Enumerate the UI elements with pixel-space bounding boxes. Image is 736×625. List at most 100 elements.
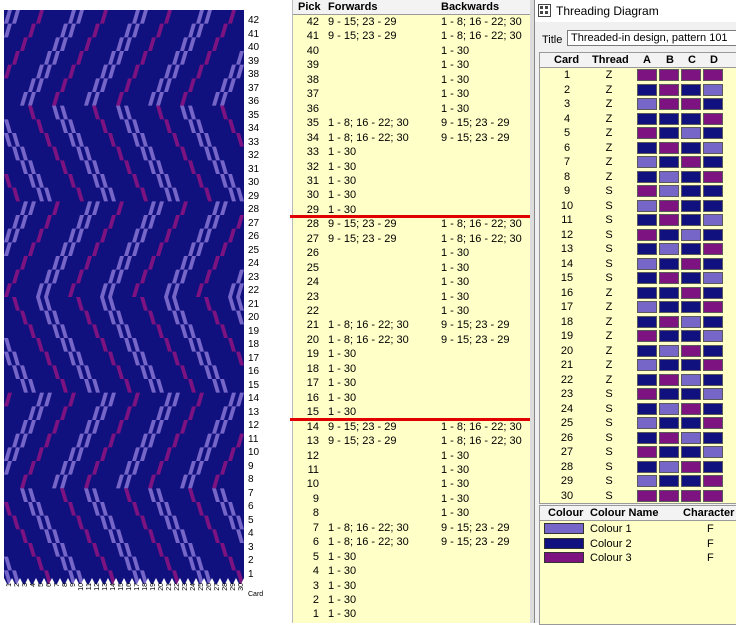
hole-colour-cell[interactable] bbox=[637, 156, 657, 168]
hole-colour-cell[interactable] bbox=[703, 127, 723, 139]
hole-colour-cell[interactable] bbox=[659, 127, 679, 139]
card-thread-direction[interactable]: Z bbox=[603, 69, 615, 81]
card-thread-direction[interactable]: S bbox=[603, 200, 615, 212]
pick-row[interactable]: 10 1 - 30 bbox=[293, 477, 533, 491]
card-thread-direction[interactable]: Z bbox=[603, 171, 615, 183]
pick-row[interactable]: 39 1 - 30 bbox=[293, 58, 533, 72]
pick-row[interactable]: 24 1 - 30 bbox=[293, 275, 533, 289]
hole-colour-cell[interactable] bbox=[703, 301, 723, 313]
hole-d-column-header[interactable]: D bbox=[710, 54, 718, 66]
card-row[interactable]: 20 Z bbox=[540, 344, 736, 359]
card-row[interactable]: 10 S bbox=[540, 199, 736, 214]
card-row[interactable]: 18 Z bbox=[540, 315, 736, 330]
hole-c-column-header[interactable]: C bbox=[688, 54, 696, 66]
hole-colour-cell[interactable] bbox=[681, 257, 701, 270]
card-thread-direction[interactable]: Z bbox=[603, 359, 615, 371]
card-row[interactable]: 9S bbox=[540, 184, 736, 199]
hole-colour-cell[interactable] bbox=[703, 98, 723, 110]
card-row[interactable]: 16 Z bbox=[540, 286, 736, 301]
hole-colour-cell[interactable] bbox=[637, 112, 657, 125]
hole-colour-cell[interactable] bbox=[637, 301, 657, 313]
window-titlebar[interactable]: Threading Diagram bbox=[535, 0, 736, 22]
card-row[interactable]: 26 S bbox=[540, 431, 736, 446]
hole-colour-cell[interactable] bbox=[659, 344, 679, 357]
pick-row[interactable]: 22 1 - 30 bbox=[293, 304, 533, 318]
card-thread-direction[interactable]: S bbox=[603, 185, 615, 197]
card-thread-direction[interactable]: S bbox=[603, 446, 615, 458]
title-input[interactable] bbox=[567, 30, 736, 46]
pick-row[interactable]: 11 1 - 30 bbox=[293, 463, 533, 477]
hole-colour-cell[interactable] bbox=[703, 257, 723, 270]
hole-colour-cell[interactable] bbox=[637, 460, 657, 473]
hole-colour-cell[interactable] bbox=[703, 460, 723, 473]
card-threading-grid[interactable]: Card Thread A B C D 1 Z 2 Z 3 Z 4 Z 5 Z 6 Z 7 Z 8 Z 9 S 10… bbox=[539, 52, 736, 504]
hole-colour-cell[interactable] bbox=[681, 170, 701, 183]
hole-colour-cell[interactable] bbox=[681, 98, 701, 110]
card-row[interactable]: 23 S bbox=[540, 387, 736, 402]
card-thread-direction[interactable]: S bbox=[603, 475, 615, 487]
hole-colour-cell[interactable] bbox=[703, 315, 723, 328]
hole-colour-cell[interactable] bbox=[681, 228, 701, 241]
hole-colour-cell[interactable] bbox=[637, 214, 657, 226]
card-row[interactable]: 13 S bbox=[540, 242, 736, 257]
colour-table[interactable]: Colour Colour Name Character Colour 1 F Co… bbox=[539, 505, 736, 625]
hole-colour-cell[interactable] bbox=[637, 446, 657, 458]
hole-colour-cell[interactable] bbox=[637, 185, 657, 197]
pick-row[interactable]: 26 1 - 30 bbox=[293, 246, 533, 260]
card-thread-direction[interactable]: Z bbox=[603, 316, 615, 328]
card-column-header[interactable]: Card bbox=[554, 54, 579, 66]
hole-colour-cell[interactable] bbox=[637, 489, 657, 502]
hole-colour-cell[interactable] bbox=[637, 359, 657, 371]
hole-colour-cell[interactable] bbox=[659, 156, 679, 168]
hole-colour-cell[interactable] bbox=[637, 127, 657, 139]
hole-colour-cell[interactable] bbox=[637, 257, 657, 270]
hole-colour-cell[interactable] bbox=[637, 228, 657, 241]
pick-row[interactable]: 40 1 - 30 bbox=[293, 44, 533, 58]
hole-colour-cell[interactable] bbox=[703, 373, 723, 386]
card-thread-direction[interactable]: Z bbox=[603, 98, 615, 110]
pick-row[interactable]: 31 1 - 30 bbox=[293, 174, 533, 188]
card-row[interactable]: 7Z bbox=[540, 155, 736, 170]
thread-column-header[interactable]: Thread bbox=[592, 54, 629, 66]
hole-colour-cell[interactable] bbox=[637, 272, 657, 284]
card-row[interactable]: 14 S bbox=[540, 257, 736, 272]
hole-colour-cell[interactable] bbox=[703, 344, 723, 357]
card-row[interactable]: 24 S bbox=[540, 402, 736, 417]
hole-colour-cell[interactable] bbox=[681, 330, 701, 342]
colour-name-column-header[interactable]: Colour Name bbox=[590, 507, 658, 519]
pick-row[interactable]: 18 1 - 30 bbox=[293, 362, 533, 376]
hole-colour-cell[interactable] bbox=[659, 286, 679, 299]
pick-row[interactable]: 32 1 - 30 bbox=[293, 160, 533, 174]
card-row[interactable]: 5Z bbox=[540, 126, 736, 141]
hole-colour-cell[interactable] bbox=[703, 112, 723, 125]
card-thread-direction[interactable]: S bbox=[603, 272, 615, 284]
hole-colour-cell[interactable] bbox=[637, 69, 657, 81]
card-row[interactable]: 29 S bbox=[540, 474, 736, 489]
hole-colour-cell[interactable] bbox=[681, 156, 701, 168]
hole-colour-cell[interactable] bbox=[659, 475, 679, 487]
pick-row[interactable]: 28 9 - 15; 23 - 29 1 - 8; 16 - 22; 30 bbox=[293, 217, 533, 231]
hole-colour-cell[interactable] bbox=[659, 417, 679, 429]
hole-colour-cell[interactable] bbox=[681, 112, 701, 125]
hole-colour-cell[interactable] bbox=[659, 301, 679, 313]
card-row[interactable]: 1Z bbox=[540, 68, 736, 83]
hole-colour-cell[interactable] bbox=[637, 330, 657, 342]
hole-colour-cell[interactable] bbox=[681, 417, 701, 429]
hole-colour-cell[interactable] bbox=[703, 417, 723, 429]
pick-row[interactable]: 25 1 - 30 bbox=[293, 261, 533, 275]
card-thread-direction[interactable]: Z bbox=[603, 301, 615, 313]
pick-row[interactable]: 8 1 - 30 bbox=[293, 506, 533, 520]
card-thread-direction[interactable]: Z bbox=[603, 374, 615, 386]
card-row[interactable]: 3Z bbox=[540, 97, 736, 112]
hole-colour-cell[interactable] bbox=[681, 431, 701, 444]
forwards-column-header[interactable]: Forwards bbox=[328, 1, 378, 13]
hole-colour-cell[interactable] bbox=[659, 112, 679, 125]
pick-row[interactable]: 38 1 - 30 bbox=[293, 73, 533, 87]
hole-colour-cell[interactable] bbox=[681, 460, 701, 473]
pick-column-header[interactable]: Pick bbox=[298, 1, 321, 13]
card-row[interactable]: 25 S bbox=[540, 416, 736, 431]
colour-row[interactable]: Colour 2 F bbox=[540, 537, 736, 551]
colour-row[interactable]: Colour 3 F bbox=[540, 551, 736, 565]
card-thread-direction[interactable]: S bbox=[603, 214, 615, 226]
hole-colour-cell[interactable] bbox=[681, 83, 701, 96]
